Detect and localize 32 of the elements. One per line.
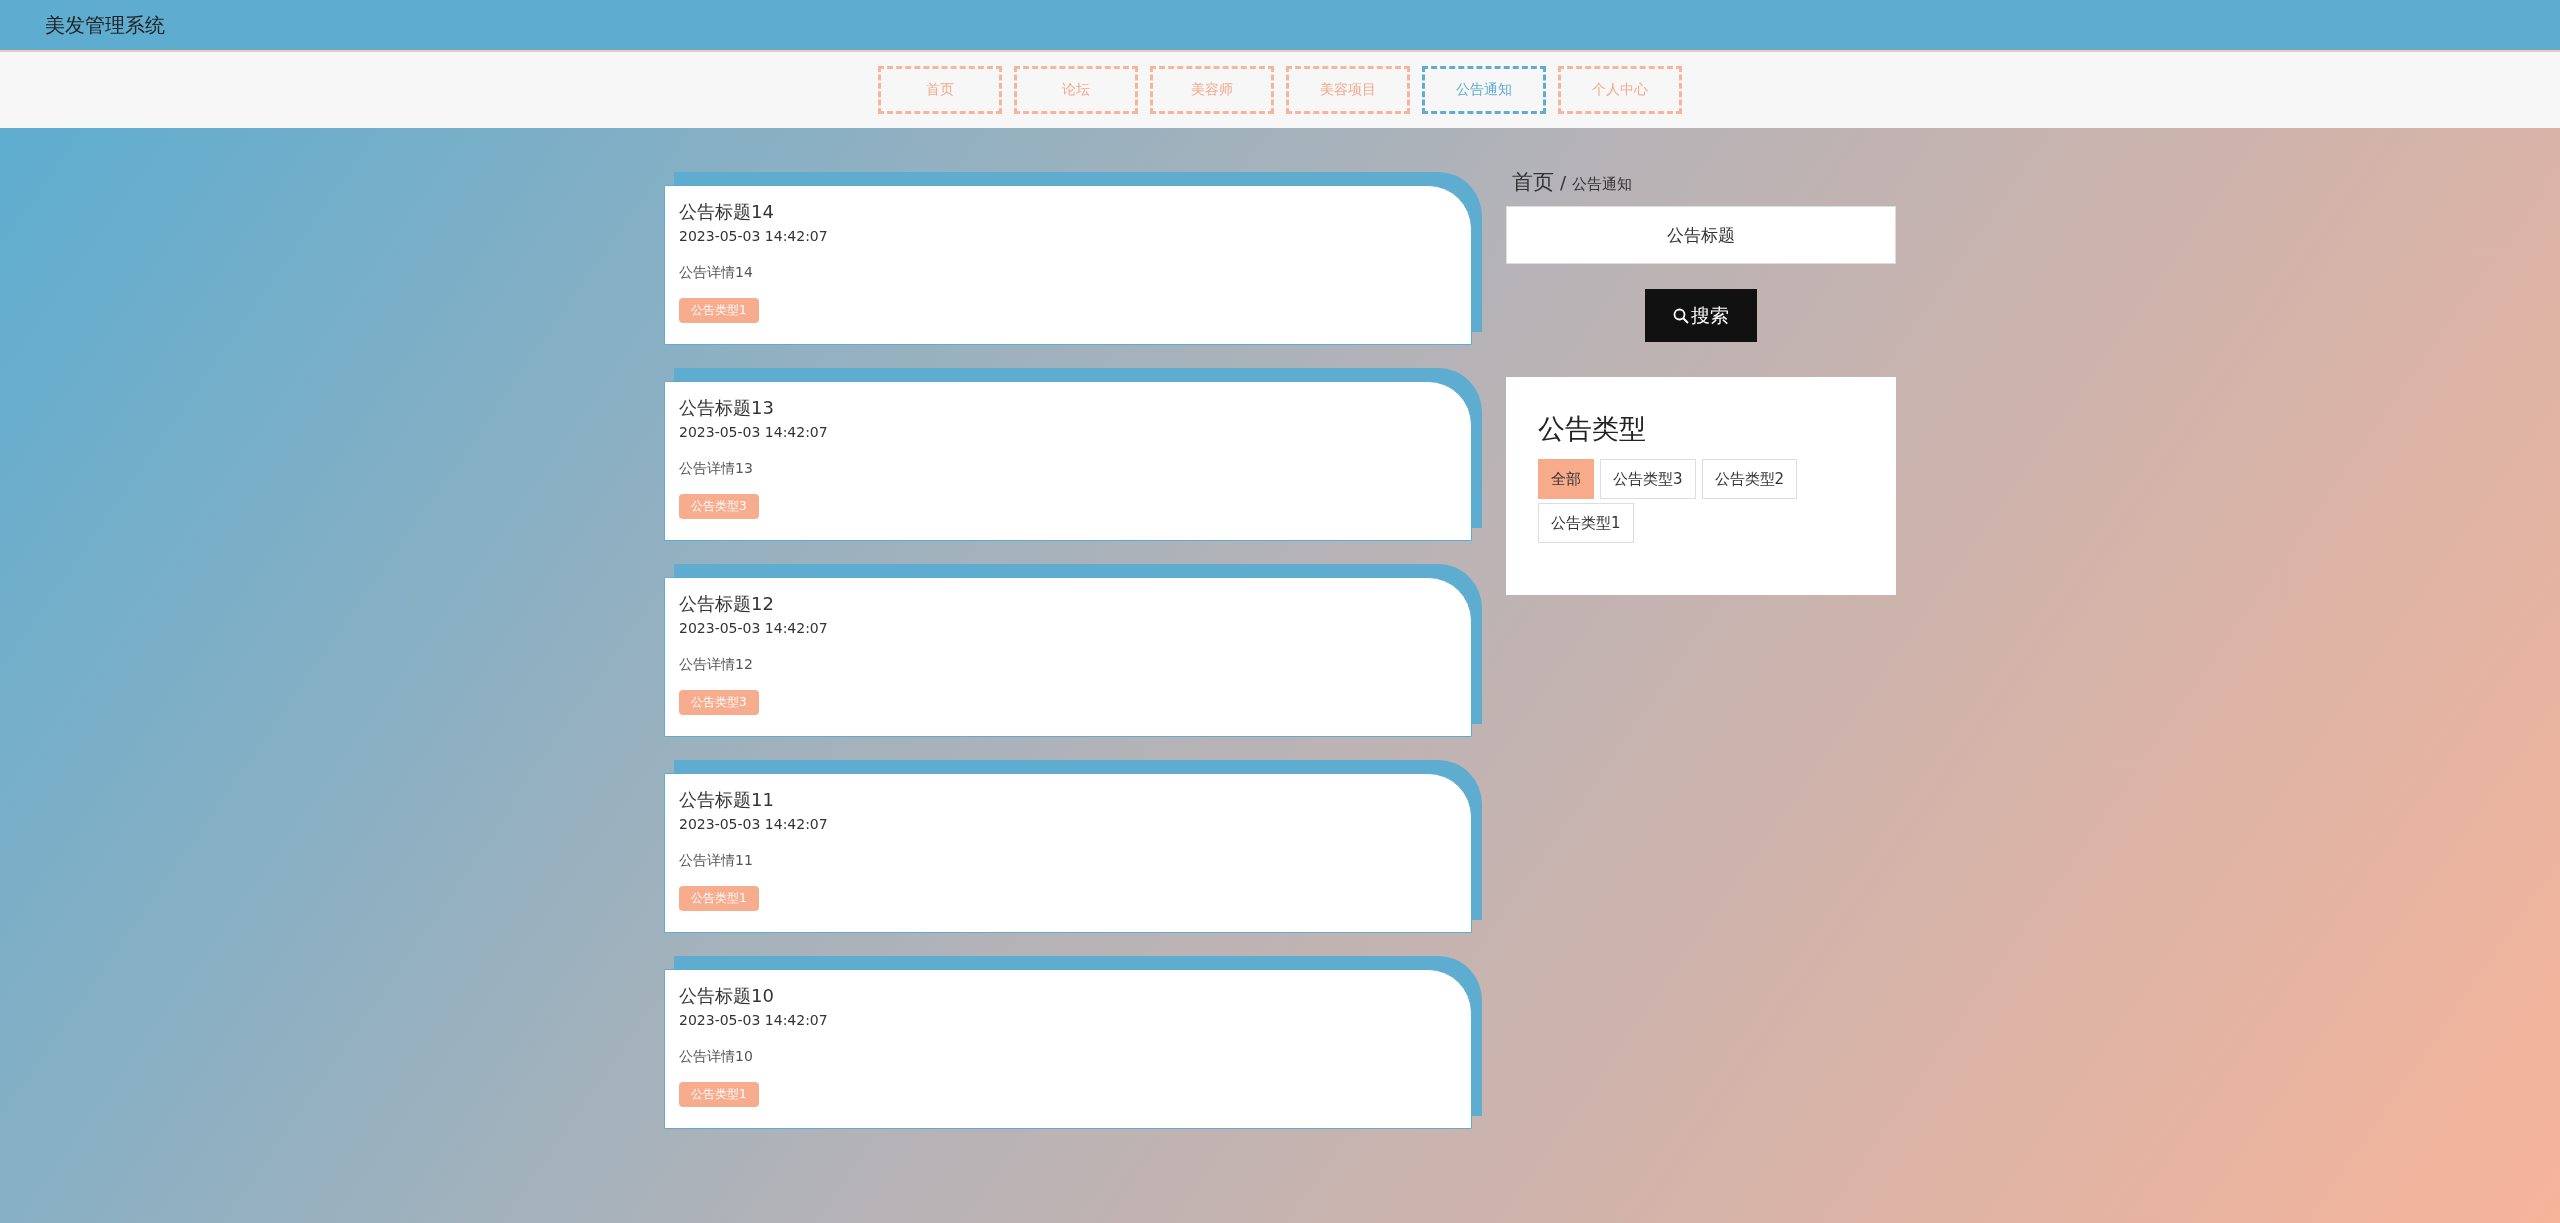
search-icon (1673, 307, 1689, 324)
notice-time: 2023-05-03 14:42:07 (679, 816, 828, 832)
notice-time: 2023-05-03 14:42:07 (679, 228, 828, 244)
notice-time: 2023-05-03 14:42:07 (679, 424, 828, 440)
breadcrumb-separator: / (1560, 172, 1567, 193)
app-title: 美发管理系统 (45, 11, 165, 39)
panel-title: 公告类型 (1538, 412, 1646, 446)
notice-type-tag: 公告类型3 (679, 690, 759, 715)
type-filter[interactable]: 全部 (1538, 459, 1594, 499)
notice-detail: 公告详情10 (679, 1048, 753, 1066)
notice-type-tag: 公告类型1 (679, 298, 759, 323)
breadcrumb-item: 公告通知 (1572, 175, 1633, 194)
notice-detail: 公告详情11 (679, 852, 753, 870)
type-filter[interactable]: 公告类型2 (1701, 459, 1798, 499)
breadcrumb-item[interactable]: 首页 (1512, 168, 1554, 196)
notice-time: 2023-05-03 14:42:07 (679, 1012, 828, 1028)
notice-title: 公告标题11 (679, 788, 774, 812)
notice-type-tag: 公告类型1 (679, 886, 759, 911)
notice-title: 公告标题13 (679, 396, 774, 420)
notice-detail: 公告详情12 (679, 656, 753, 674)
notice-title: 公告标题12 (679, 592, 774, 616)
search-button[interactable]: 搜索 (1645, 289, 1757, 342)
notice-detail: 公告详情13 (679, 460, 753, 478)
search-field[interactable]: 公告标题 (1506, 206, 1896, 264)
notice-type-tag: 公告类型3 (679, 494, 759, 519)
type-filter[interactable]: 公告类型1 (1538, 503, 1634, 543)
notice-time: 2023-05-03 14:42:07 (679, 620, 828, 636)
notice-type-tag: 公告类型1 (679, 1082, 759, 1107)
notice-title: 公告标题10 (679, 984, 774, 1008)
notice-title: 公告标题14 (679, 200, 774, 224)
notice-detail: 公告详情14 (679, 264, 753, 282)
type-filter[interactable]: 公告类型3 (1600, 459, 1696, 499)
